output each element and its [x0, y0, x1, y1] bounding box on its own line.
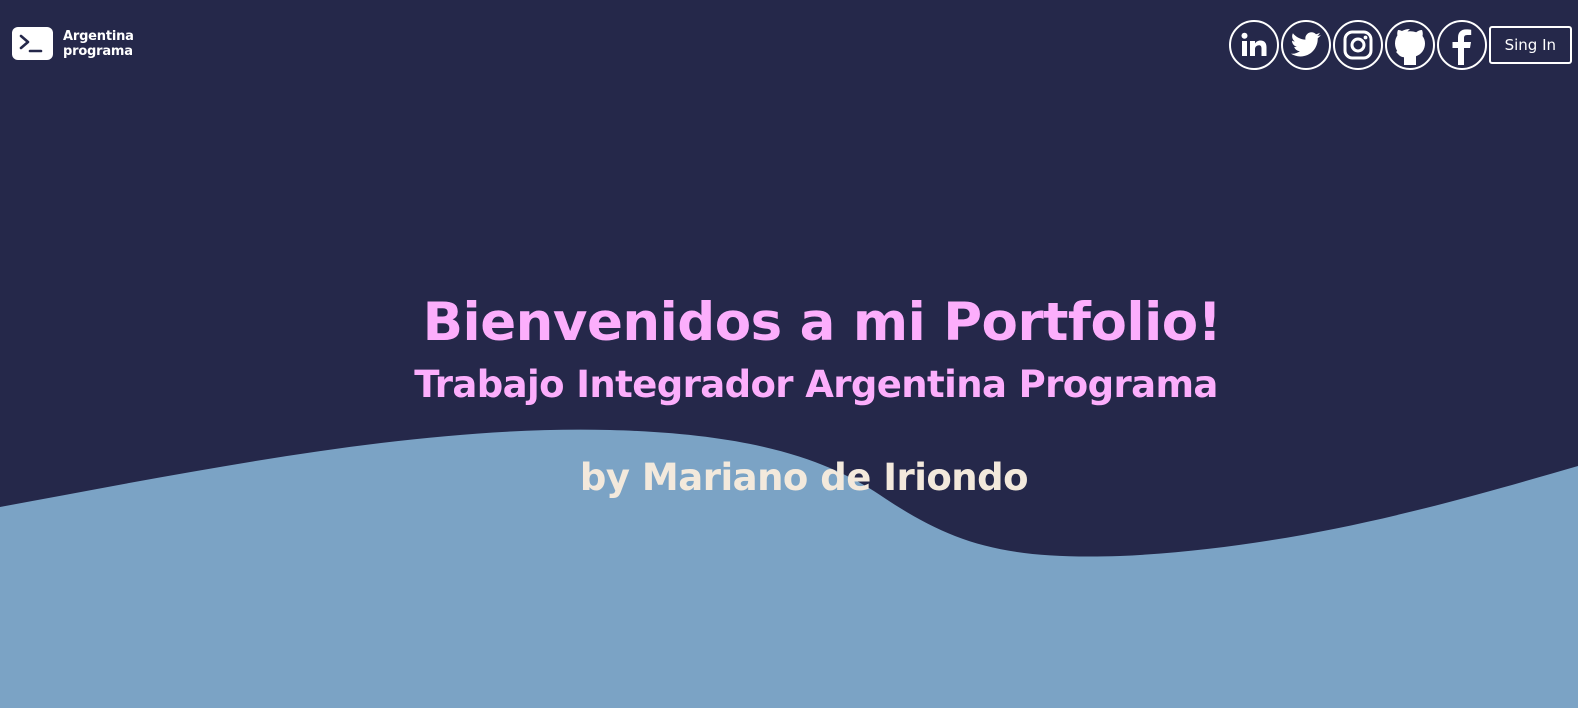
- twitter-link[interactable]: [1280, 20, 1331, 70]
- sign-in-button[interactable]: Sing In: [1488, 26, 1572, 64]
- brand-name-line1: Argentina: [63, 28, 134, 44]
- terminal-icon: [12, 27, 53, 60]
- hero-title: Bienvenidos a mi Portfolio!: [422, 292, 1222, 353]
- twitter-icon: [1290, 32, 1321, 57]
- top-nav: Sing In: [1228, 20, 1572, 70]
- instagram-icon: [1343, 30, 1373, 60]
- brand-logo[interactable]: Argentina programa: [12, 27, 134, 60]
- hero-subtitle: Trabajo Integrador Argentina Programa: [414, 363, 1218, 406]
- brand-name: Argentina programa: [63, 29, 134, 59]
- hero-author: by Mariano de Iriondo: [579, 456, 1029, 499]
- facebook-link[interactable]: [1436, 20, 1487, 70]
- background-wave: [0, 429, 1578, 708]
- linkedin-link[interactable]: [1228, 20, 1279, 70]
- brand-name-line2: programa: [63, 43, 133, 59]
- facebook-icon: [1452, 29, 1471, 65]
- github-link[interactable]: [1384, 20, 1435, 70]
- linkedin-icon: [1241, 32, 1267, 56]
- instagram-link[interactable]: [1332, 20, 1383, 70]
- github-icon: [1394, 29, 1425, 65]
